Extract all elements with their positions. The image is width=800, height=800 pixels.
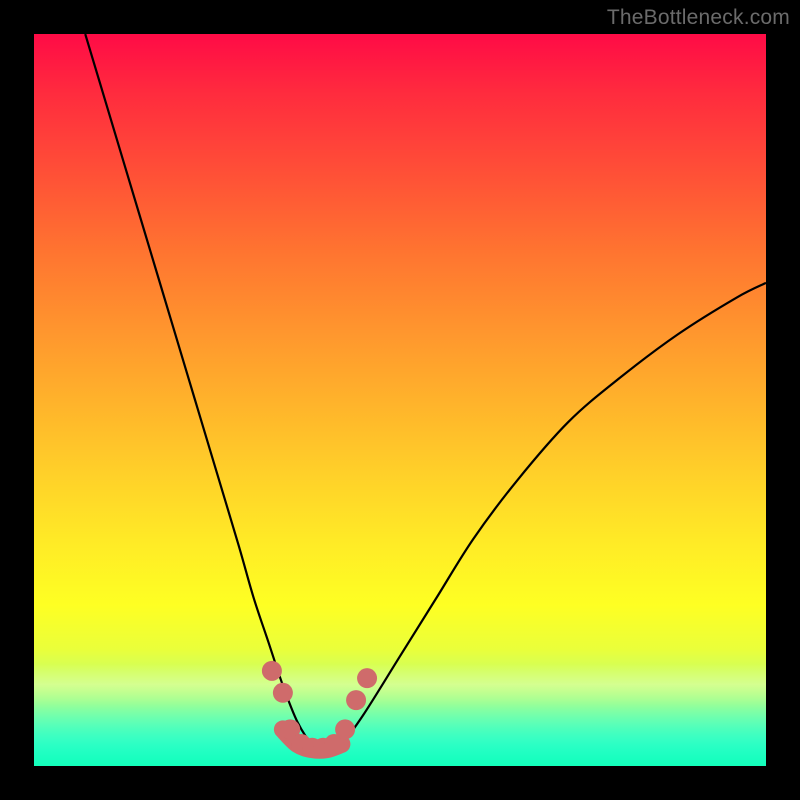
plot-area (34, 34, 766, 766)
valley-marker (335, 719, 355, 739)
valley-marker (357, 668, 377, 688)
valley-marker (262, 661, 282, 681)
valley-marker (273, 683, 293, 703)
bottleneck-curve (85, 34, 766, 751)
chart-svg (34, 34, 766, 766)
valley-markers (262, 661, 377, 758)
valley-marker (346, 690, 366, 710)
watermark-text: TheBottleneck.com (607, 6, 790, 30)
chart-frame: TheBottleneck.com (0, 0, 800, 800)
